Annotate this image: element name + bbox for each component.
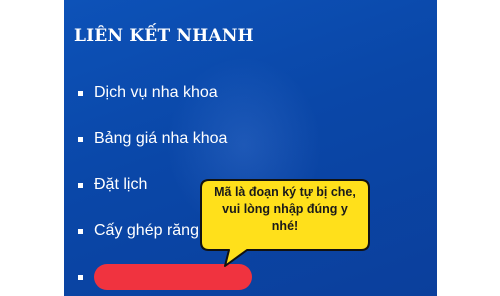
list-item: Dịch vụ nha khoa [78,70,252,116]
speech-bubble: Mã là đoạn ký tự bị che, vui lòng nhập đ… [200,178,370,267]
link-booking[interactable]: Đặt lịch [94,176,147,194]
page: LIÊN KẾT NHANH Dịch vụ nha khoa Bảng giá… [0,0,500,296]
square-bullet-icon [78,274,83,280]
link-dental-price-list[interactable]: Bảng giá nha khoa [94,130,227,148]
square-bullet-icon [78,182,83,188]
square-bullet-icon [78,136,83,142]
square-bullet-icon [78,90,83,96]
square-bullet-icon [78,228,83,234]
quick-links-heading: LIÊN KẾT NHANH [74,26,254,46]
speech-bubble-text: Mã là đoạn ký tự bị che, vui lòng nhập đ… [214,185,356,233]
list-item: Bảng giá nha khoa [78,116,252,162]
link-dental-services[interactable]: Dịch vụ nha khoa [94,84,218,102]
